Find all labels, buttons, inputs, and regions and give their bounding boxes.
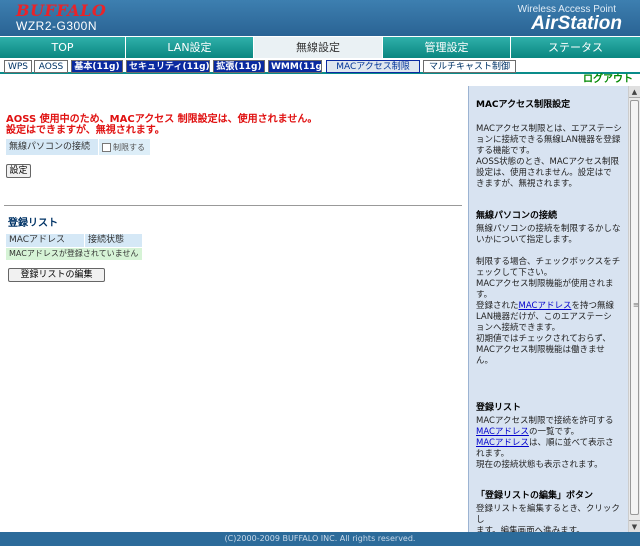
help-line: LAN機器だけが、このエアステーシ [476, 312, 612, 322]
model-name: WZR2-G300N [16, 19, 98, 33]
tab-lan-settings[interactable]: LAN設定 [126, 37, 254, 58]
subtab-security-11g[interactable]: セキュリティ(11g) [126, 60, 210, 73]
help-panel: MACアクセス制限設定 MACアクセス制限とは、エアステーシ ョンに接続できる無… [468, 86, 628, 536]
help-line: MACアクセス制限で接続を許可する [476, 416, 614, 426]
set-button[interactable]: 設定 [6, 164, 31, 178]
help-line: 登録リストを編集するとき、クリックし [476, 504, 620, 525]
help-line: 現在の接続状態も表示されます。 [476, 460, 603, 470]
sub-navigation: WPS AOSS 基本(11g) セキュリティ(11g) 拡張(11g) WMM… [0, 58, 640, 74]
help-line: ョンに接続できる無線LAN機器を登録 [476, 135, 621, 145]
help-line: 無線パソコンの接続を制限するかしな [476, 224, 621, 234]
help-line: 登録されたMACアドレスを持つ無線 [476, 301, 624, 312]
connection-setting-row: 無線パソコンの接続 制限する [6, 139, 150, 155]
subtab-basic-11g[interactable]: 基本(11g) [71, 60, 123, 73]
restrict-checkbox[interactable] [102, 142, 111, 152]
tab-wireless-settings[interactable]: 無線設定 [254, 37, 383, 58]
help-line: れます。 [476, 449, 510, 459]
tab-status[interactable]: ステータス [511, 37, 640, 58]
subtab-wmm-11g[interactable]: WMM(11g) [268, 60, 322, 73]
help-line: ェックして下さい。 [476, 268, 553, 278]
mac-address-link[interactable]: MACアドレス [476, 438, 529, 448]
grip-icon: ≡ [633, 301, 639, 309]
scroll-up-arrow-icon[interactable]: ▲ [629, 86, 640, 98]
help-text-registration-list: MACアクセス制限で接続を許可する MACアドレスの一覧です。 MACアドレスは… [476, 416, 624, 471]
main-navigation: TOP LAN設定 無線設定 管理設定 ステータス [0, 36, 640, 58]
scroll-down-arrow-icon[interactable]: ▼ [629, 520, 640, 532]
copyright-footer: (C)2000-2009 BUFFALO INC. All rights res… [0, 532, 640, 546]
mac-address-link[interactable]: MACアドレス [519, 301, 572, 311]
connection-label: 無線パソコンの接続 [6, 139, 98, 155]
airstation-logo: AirStation [531, 13, 622, 34]
column-header-mac: MACアドレス [6, 234, 84, 247]
registration-table: MACアドレス 接続状態 MACアドレスが登録されていません [6, 234, 142, 260]
header-banner: BUFFALO WZR2-G300N Wireless Access Point… [0, 0, 640, 36]
help-line: 設定は、使用されません。設定はで [476, 168, 612, 178]
section-divider [4, 205, 462, 206]
edit-registration-list-button[interactable]: 登録リストの編集 [8, 268, 105, 282]
help-line: いかについて指定します。 [476, 235, 577, 245]
help-line: 初期値ではチェックされておらず、 [476, 334, 611, 344]
help-line: ん。 [476, 356, 494, 366]
aoss-warning-line2: 設定はできますが、無視されます。 [6, 125, 165, 136]
main-content: AOSS 使用中のため、MACアクセス 制限設定は、使用されません。 設定はでき… [0, 86, 466, 532]
help-scrollbar[interactable]: ▲ ≡ ▼ [628, 86, 640, 532]
logout-link[interactable]: ログアウト [583, 70, 633, 85]
help-line: MACアクセス制限とは、エアステーシ [476, 124, 622, 134]
restrict-checkbox-label[interactable]: 制限する [113, 142, 145, 153]
help-text-fragment: は、順に並べて表示さ [528, 438, 614, 448]
help-line: ョンへ接続できます。 [476, 323, 561, 333]
table-header-row: MACアドレス 接続状態 [6, 234, 142, 247]
help-line: す。 [476, 290, 493, 300]
help-title-registration-list: 登録リスト [476, 403, 522, 413]
empty-list-message: MACアドレスが登録されていません [6, 248, 142, 260]
help-line: MACアドレスは、順に並べて表示さ [476, 438, 624, 449]
help-title-connection: 無線パソコンの接続 [476, 211, 558, 221]
help-line: 制限する場合、チェックボックスをチ [476, 257, 621, 267]
help-text-fragment: 登録された [476, 301, 519, 311]
help-title-mac-access: MACアクセス制限設定 [476, 100, 571, 110]
help-text-mac-access: MACアクセス制限とは、エアステーシ ョンに接続できる無線LAN機器を登録 する… [476, 124, 624, 190]
scrollbar-thumb[interactable]: ≡ [630, 100, 639, 515]
help-line: きますが、無視されます。 [476, 179, 577, 189]
help-line: MACアクセス制限機能が使用されま [476, 279, 614, 289]
help-text-fragment: の一覧です。 [528, 427, 580, 437]
connection-control-cell: 制限する [98, 139, 150, 155]
registration-list-title: 登録リスト [8, 218, 58, 229]
help-line: MACアクセス制限機能は働きませ [476, 345, 605, 355]
subtab-aoss[interactable]: AOSS [34, 60, 68, 73]
subtab-wps[interactable]: WPS [4, 60, 32, 73]
tab-top[interactable]: TOP [0, 37, 126, 58]
help-text-restrict: 制限する場合、チェックボックスをチ ェックして下さい。 MACアクセス制限機能が… [476, 257, 624, 367]
subtab-multicast-control[interactable]: マルチキャスト制御 [423, 60, 516, 73]
help-text-connection: 無線パソコンの接続を制限するかしな いかについて指定します。 [476, 224, 624, 246]
column-header-status: 接続状態 [84, 234, 142, 247]
help-line: する機能です。 [476, 146, 535, 156]
help-text-fragment: を持つ無線 [571, 301, 614, 311]
help-line: MACアドレスの一覧です。 [476, 427, 624, 438]
buffalo-logo: BUFFALO [16, 1, 107, 20]
help-title-edit-button: 「登録リストの編集」ボタン [476, 491, 594, 501]
subtab-mac-access-control[interactable]: MACアクセス制限 [326, 60, 420, 73]
subtab-extended-11g[interactable]: 拡張(11g) [213, 60, 265, 73]
mac-address-link[interactable]: MACアドレス [476, 427, 529, 437]
help-line: AOSS状態のとき、MACアクセス制限 [476, 157, 620, 167]
tab-admin-settings[interactable]: 管理設定 [383, 37, 511, 58]
